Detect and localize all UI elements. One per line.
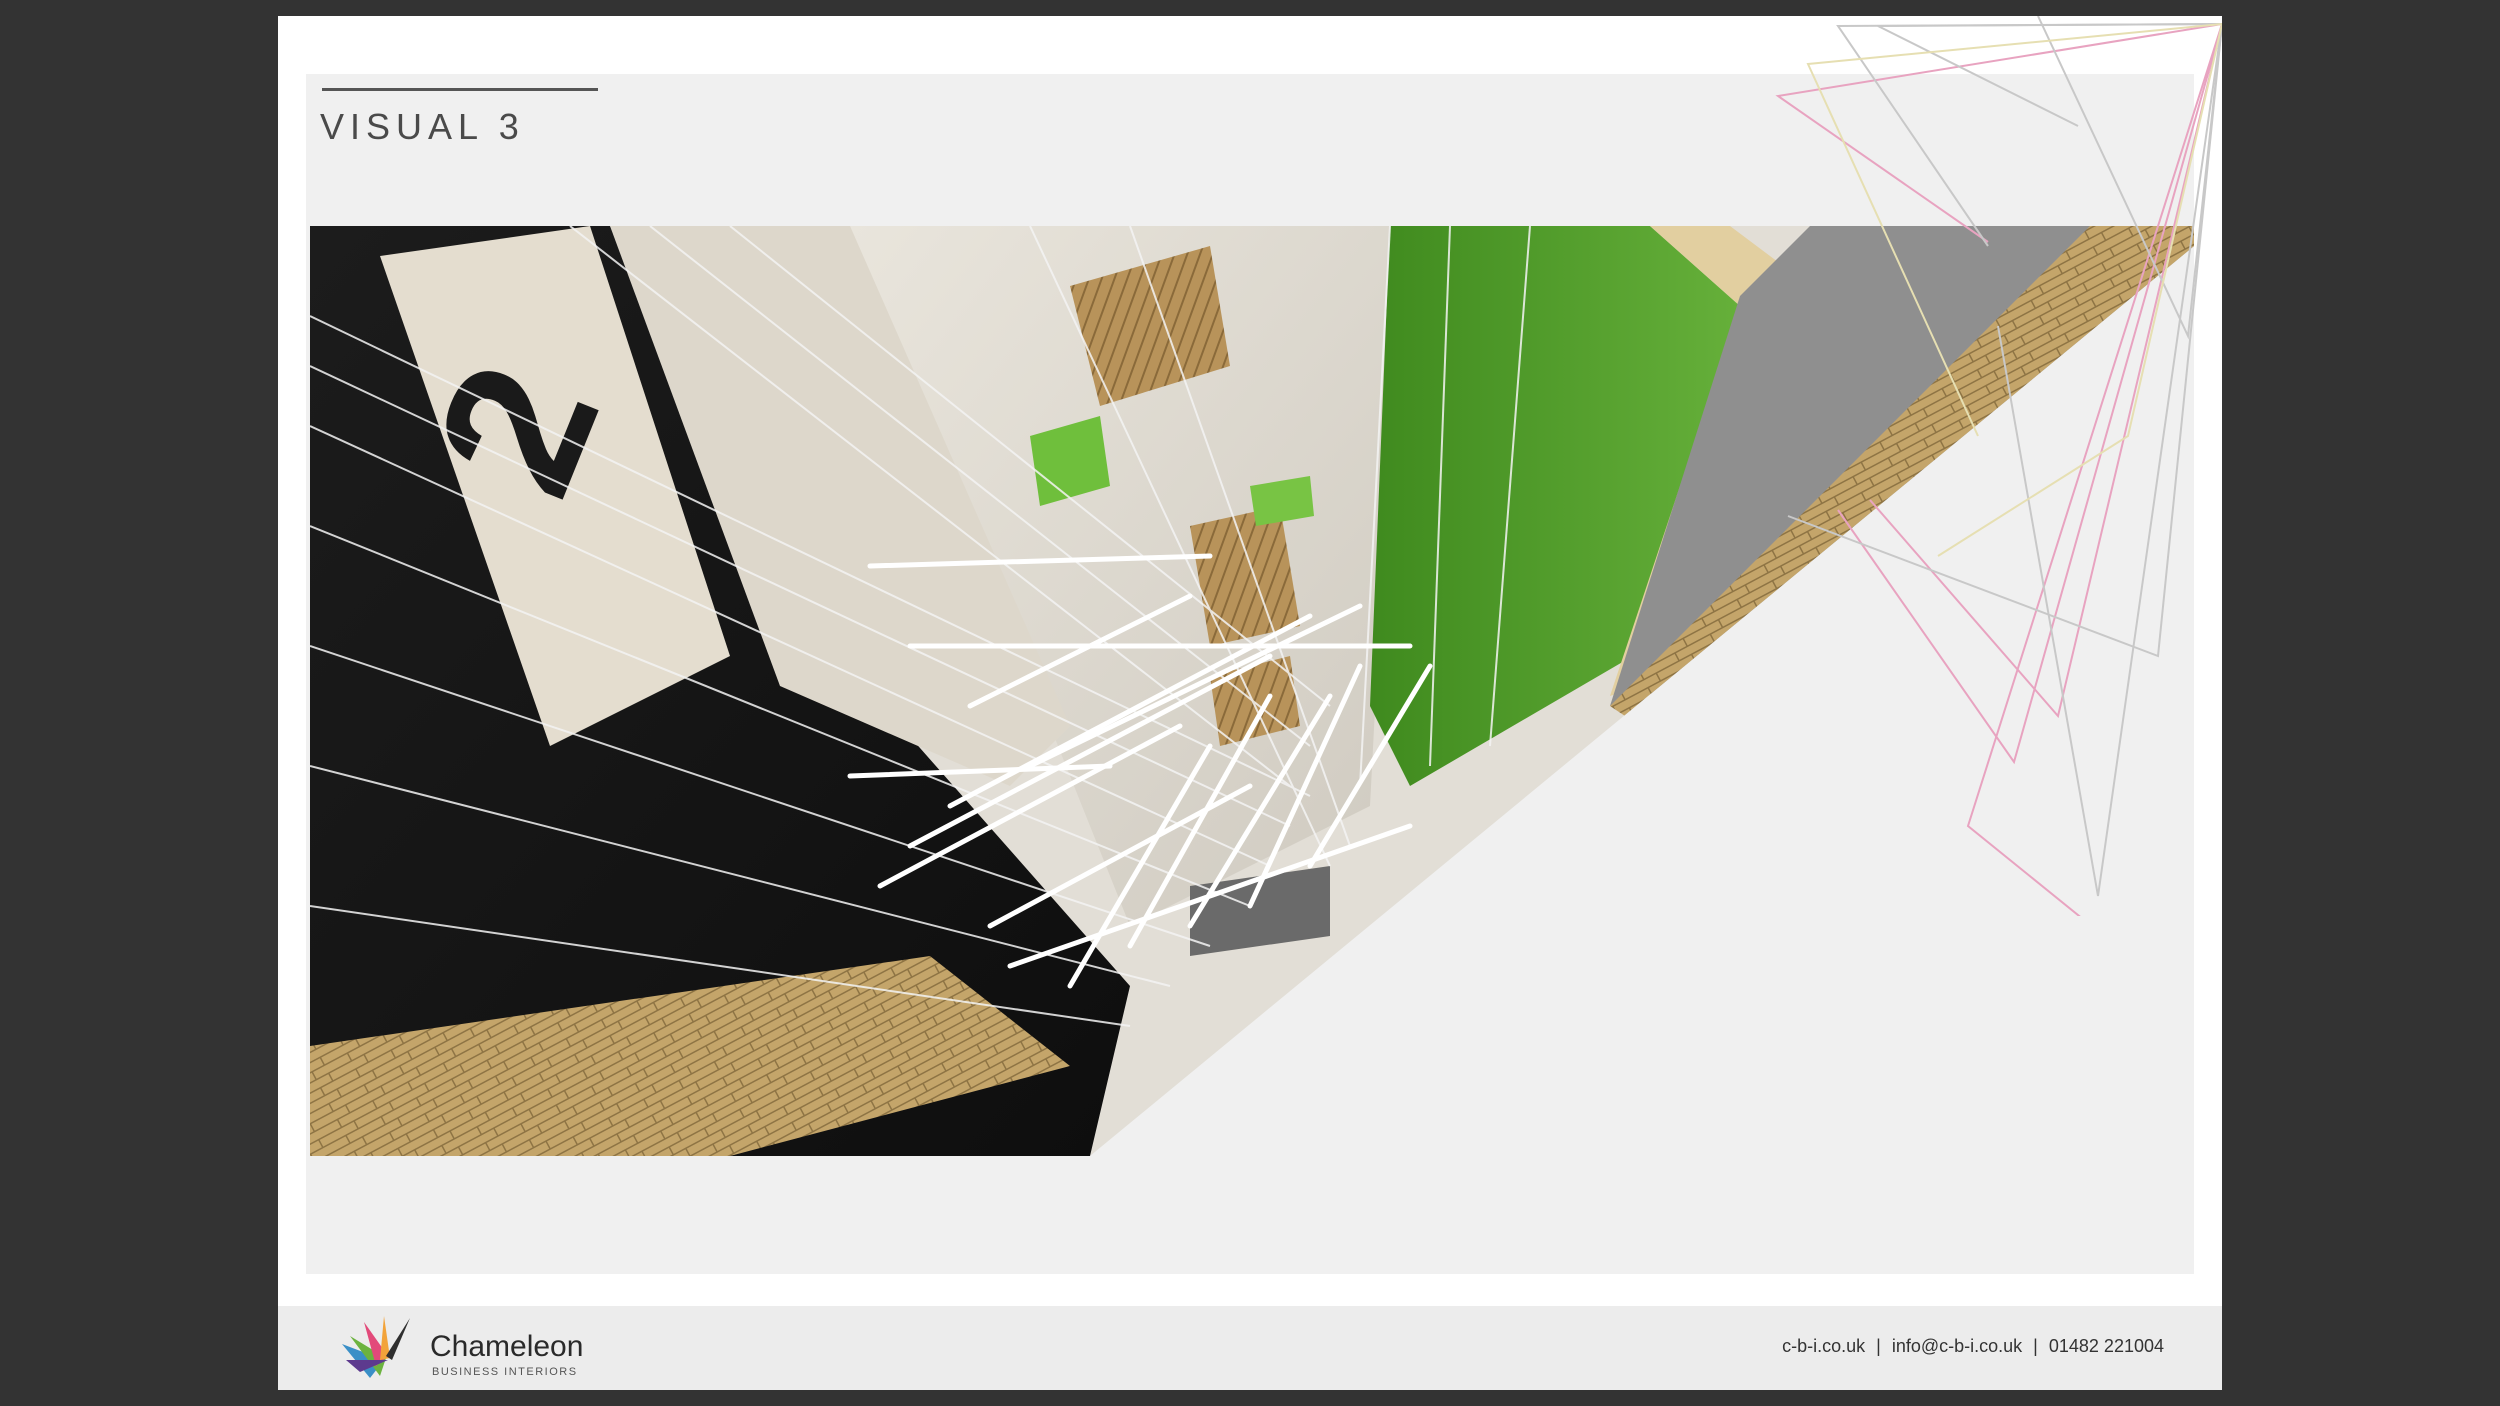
title-rule xyxy=(322,88,598,91)
email-link[interactable]: info@c-b-i.co.uk xyxy=(1892,1336,2022,1356)
website-link[interactable]: c-b-i.co.uk xyxy=(1782,1336,1865,1356)
phone-number: 01482 221004 xyxy=(2048,1336,2164,1356)
footer-bar: Chameleon BUSINESS INTERIORS c-b-i.co.uk… xyxy=(278,1306,2222,1390)
decorative-lines-graphic xyxy=(1775,16,2222,916)
brand-name: Chameleon xyxy=(430,1330,584,1363)
chameleon-logo-icon xyxy=(342,1316,410,1378)
separator: | xyxy=(2033,1336,2038,1356)
brand-logo: Chameleon BUSINESS INTERIORS xyxy=(340,1316,600,1382)
slide-page: VISUAL 3 2 Chameleon BUSINESS INTERIORS … xyxy=(278,16,2222,1390)
document-viewer: VISUAL 3 2 Chameleon BUSINESS INTERIORS … xyxy=(0,0,2500,1406)
contact-details: c-b-i.co.uk | info@c-b-i.co.uk | 01482 2… xyxy=(1782,1336,2164,1357)
brand-subtitle: BUSINESS INTERIORS xyxy=(432,1366,578,1378)
separator: | xyxy=(1876,1336,1881,1356)
slide-title: VISUAL 3 xyxy=(320,106,525,147)
